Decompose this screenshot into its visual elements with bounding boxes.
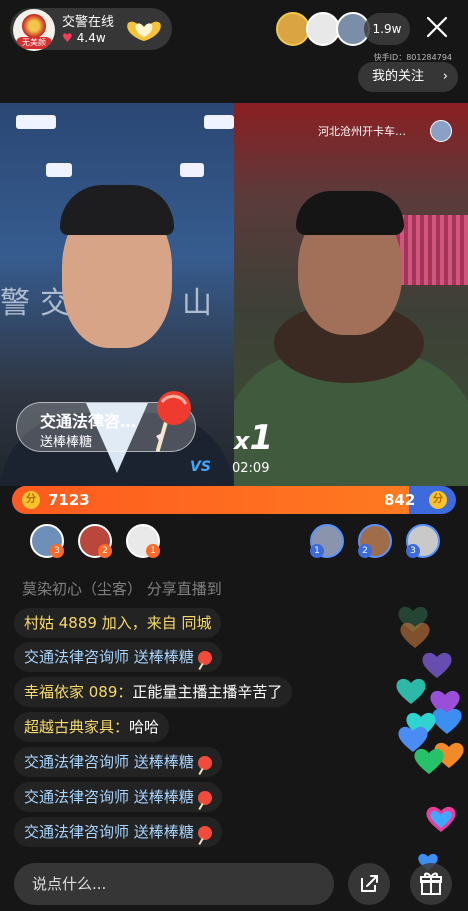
lollipop-icon xyxy=(197,790,212,805)
left-rank-number: 2 xyxy=(98,544,112,558)
gift-sender: 交通法律咨… xyxy=(40,412,137,431)
lollipop-icon xyxy=(197,650,212,665)
floating-heart-icon xyxy=(414,748,444,774)
chat-username[interactable]: 超越古典家具： xyxy=(24,718,129,736)
chat-message: 幸福依家 089：正能量主播主播辛苦了 xyxy=(14,677,293,707)
police-badge-icon xyxy=(22,14,46,38)
comment-input[interactable]: 说点什么... xyxy=(14,863,334,905)
pk-left-score: 7123 xyxy=(48,491,90,509)
left-rank-number: 1 xyxy=(146,544,160,558)
right-rank-number: 3 xyxy=(406,544,420,558)
share-button[interactable] xyxy=(348,863,390,905)
lollipop-icon xyxy=(197,755,212,770)
ceiling-light xyxy=(16,115,56,129)
chevron-right-icon: › xyxy=(442,69,448,84)
combo-prefix: x xyxy=(234,427,250,455)
share-notice: 莫染初心（尘客） 分享直播到 xyxy=(22,580,222,598)
floating-heart-icon xyxy=(400,622,430,648)
wall-character: 警 xyxy=(0,286,30,321)
my-follow-label: 我的关注 xyxy=(372,69,425,84)
chat-text: 送棒棒糖 xyxy=(133,753,194,771)
close-icon[interactable] xyxy=(422,12,452,42)
chat-message: 交通法律咨询师 送棒棒糖 xyxy=(14,782,222,812)
gift-name: 送棒棒糖 xyxy=(40,435,93,450)
guest-avatar[interactable] xyxy=(430,120,452,142)
floating-heart-icon xyxy=(426,806,456,832)
chat-text: 送棒棒糖 xyxy=(133,648,194,666)
chat-username[interactable]: 幸福依家 089： xyxy=(24,683,132,701)
chat-username: 村姑 4889 加入，来自 同城 xyxy=(24,614,212,632)
floating-heart-icon xyxy=(396,678,426,704)
host-avatar-tag: 无美颜 xyxy=(16,37,52,49)
wall-character: 山 xyxy=(182,286,212,321)
chat-message: 村姑 4889 加入，来自 同城 xyxy=(14,608,222,638)
ceiling-light xyxy=(204,115,234,129)
chat-message: 交通法律咨询师 送棒棒糖 xyxy=(14,642,222,672)
chat-username[interactable]: 交通法律咨询师 xyxy=(24,648,129,666)
chat-username[interactable]: 交通法律咨询师 xyxy=(24,823,129,841)
pk-right-score: 842 xyxy=(384,491,416,509)
chat-message: 交通法律咨询师 送棒棒糖 xyxy=(14,817,222,847)
heart-icon: ♥ xyxy=(62,31,73,45)
follow-heart-icon[interactable] xyxy=(124,17,164,43)
right-rank-number: 1 xyxy=(310,544,324,558)
chat-text: 送棒棒糖 xyxy=(133,788,194,806)
chat-message: 交通法律咨询师 送棒棒糖 xyxy=(14,747,222,777)
left-rank-number: 3 xyxy=(50,544,64,558)
combo-count: 1 xyxy=(249,418,274,458)
viewer-avatar-1[interactable] xyxy=(276,12,310,46)
guest-label: 河北沧州开卡车… xyxy=(318,125,406,138)
viewer-count[interactable]: 1.9w xyxy=(364,13,410,45)
viewer-avatar-2[interactable] xyxy=(306,12,340,46)
chat-username[interactable]: 交通法律咨询师 xyxy=(24,788,129,806)
right-rank-number: 2 xyxy=(358,544,372,558)
gift-button[interactable] xyxy=(410,863,452,905)
officer-hair xyxy=(60,185,174,235)
host-likes: ♥ 4.4w xyxy=(62,31,106,45)
vs-logo: VS xyxy=(190,459,211,475)
chat-text: 正能量主播主播辛苦了 xyxy=(132,683,283,701)
chat-message: 超越古典家具：哈哈 xyxy=(14,712,170,742)
lollipop-icon xyxy=(197,825,212,840)
driver-hair xyxy=(296,191,404,235)
share-icon xyxy=(361,875,378,892)
lollipop-icon xyxy=(156,391,191,452)
pk-timer: 02:09 xyxy=(232,461,270,476)
chat-text: 送棒棒糖 xyxy=(133,823,194,841)
chat-username[interactable]: 交通法律咨询师 xyxy=(24,753,129,771)
ceiling-light xyxy=(46,163,72,177)
host-avatar[interactable]: 无美颜 xyxy=(13,9,55,51)
gift-icon xyxy=(420,872,442,895)
coin-icon: 分 xyxy=(22,491,40,509)
gift-combo: x1 xyxy=(234,418,273,458)
host-likes-count: 4.4w xyxy=(76,31,106,45)
chat-text: 哈哈 xyxy=(129,718,160,736)
host-name: 交警在线 xyxy=(62,15,115,30)
coin-icon: 分 xyxy=(429,491,447,509)
ceiling-light xyxy=(180,163,204,177)
my-follow-button[interactable]: 我的关注 › xyxy=(358,62,458,92)
